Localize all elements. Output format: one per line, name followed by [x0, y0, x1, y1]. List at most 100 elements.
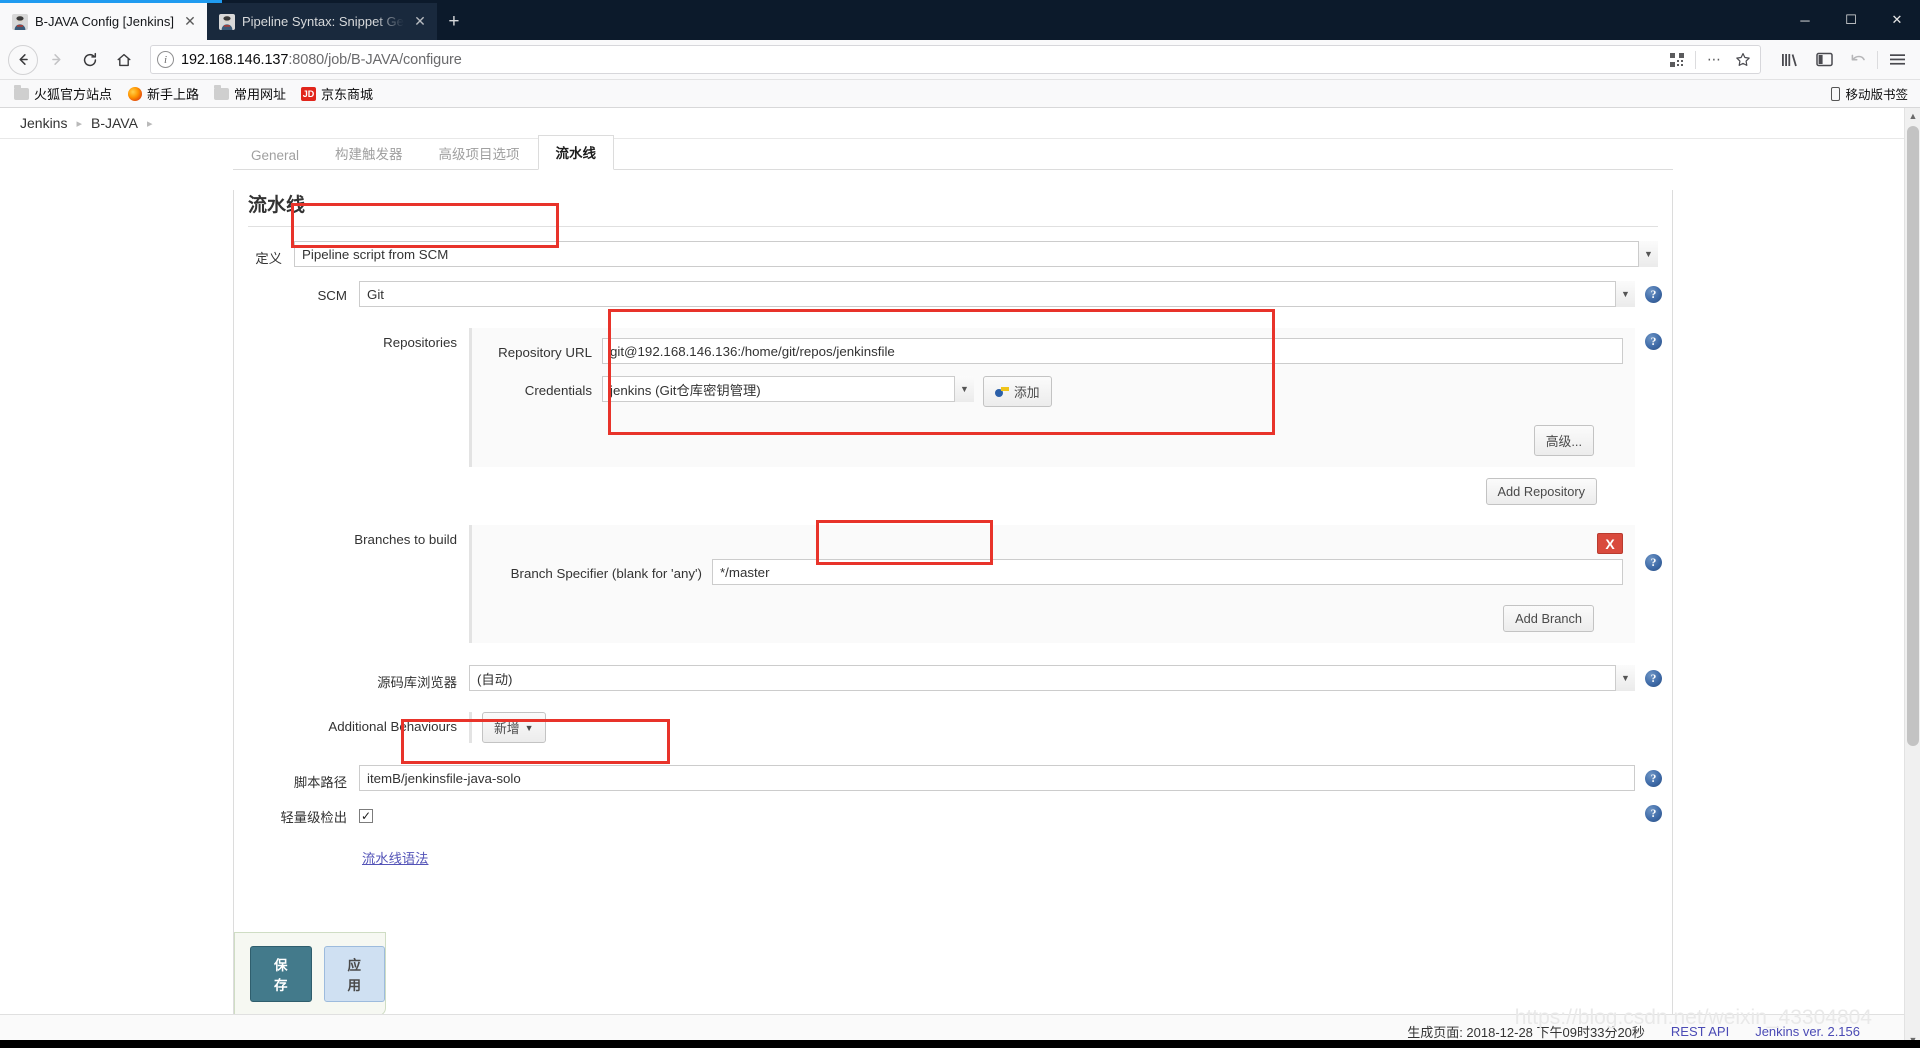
repository-url-input[interactable] [602, 338, 1623, 364]
chevron-down-icon[interactable]: ▼ [1638, 241, 1658, 267]
apply-button[interactable]: 应用 [323, 946, 385, 1002]
tab-advanced-options[interactable]: 高级项目选项 [421, 136, 538, 170]
bookmark-item-1[interactable]: 新手上路 [121, 81, 205, 106]
rest-api-link[interactable]: REST API [1671, 1024, 1729, 1039]
footer-generated: 生成页面: 2018-12-28 下午09时33分20秒 [1407, 1025, 1645, 1040]
page-title: 流水线 [248, 190, 1658, 227]
scm-label: SCM [317, 288, 347, 303]
help-icon[interactable]: ? [1645, 333, 1662, 350]
repo-browser-value: (自动) [469, 665, 1635, 691]
scroll-up-icon[interactable]: ▲ [1905, 108, 1920, 124]
repo-browser-row: 源码库浏览器 (自动) ▼ ? [234, 665, 1672, 691]
repository-advanced-button[interactable]: 高级... [1533, 425, 1594, 456]
chevron-down-icon: ▼ [524, 722, 534, 733]
close-icon[interactable]: ✕ [411, 13, 429, 31]
definition-select[interactable]: Pipeline script from SCM ▼ [294, 241, 1658, 267]
url-text: 192.168.146.137:8080/job/B-JAVA/configur… [181, 52, 1659, 68]
maximize-button[interactable]: ☐ [1828, 0, 1874, 40]
bookmark-label-1: 新手上路 [147, 87, 200, 102]
delete-branch-button[interactable]: X [1597, 533, 1623, 554]
script-path-label: 脚本路径 [293, 775, 347, 790]
breadcrumb-item-jenkins[interactable]: Jenkins [14, 115, 73, 131]
jenkins-version-link[interactable]: Jenkins ver. 2.156 [1755, 1024, 1860, 1039]
reload-icon[interactable] [74, 45, 106, 75]
credentials-label: Credentials [524, 383, 592, 398]
credentials-value: jenkins (Git仓库密钥管理) [602, 376, 974, 402]
additional-behaviours-label: Additional Behaviours [328, 719, 457, 734]
credentials-row: Credentials jenkins (Git仓库密钥管理) ▼ 添加 [484, 376, 1623, 407]
lightweight-checkout-label: 轻量级检出 [280, 810, 347, 825]
sidebar-icon[interactable] [1809, 45, 1839, 75]
help-icon[interactable]: ? [1645, 805, 1662, 822]
minimize-button[interactable]: ─ [1782, 0, 1828, 40]
library-icon[interactable] [1775, 45, 1805, 75]
repo-browser-label: 源码库浏览器 [377, 675, 457, 690]
info-icon[interactable]: i [157, 51, 174, 68]
tab-pipeline[interactable]: 流水线 [537, 135, 615, 170]
repo-browser-select[interactable]: (自动) ▼ [469, 665, 1635, 691]
browser-tab-title-0: B-JAVA Config [Jenkins] [35, 14, 174, 29]
browser-tab-0[interactable]: B-JAVA Config [Jenkins] ✕ [0, 3, 207, 40]
repository-url-row: Repository URL [484, 338, 1623, 364]
bookmark-item-0[interactable]: 火狐官方站点 [8, 81, 118, 106]
bookmarks-bar: 火狐官方站点 新手上路 常用网址 JD 京东商城 移动版书签 [0, 80, 1920, 108]
mobile-bookmarks-item[interactable]: 移动版书签 [1831, 84, 1912, 103]
branches-block: X Branch Specifier (blank for 'any') Add… [469, 525, 1635, 643]
form-actions: 保存 应用 [234, 932, 386, 1016]
bookmark-label-2: 常用网址 [234, 87, 287, 102]
script-path-input[interactable] [359, 765, 1635, 791]
jd-icon: JD [301, 86, 317, 101]
help-icon[interactable]: ? [1645, 286, 1662, 303]
back-button[interactable] [8, 44, 38, 75]
browser-tab-1[interactable]: Pipeline Syntax: Snippet Gen ✕ [206, 3, 437, 40]
definition-label: 定义 [255, 251, 282, 266]
breadcrumb: Jenkins ▸ B-JAVA ▸ [0, 108, 1920, 139]
browser-toolbar-icons [1771, 45, 1912, 75]
close-icon[interactable]: ✕ [181, 13, 199, 31]
bookmark-item-3[interactable]: JD 京东商城 [295, 81, 379, 106]
divider [1877, 50, 1878, 69]
branch-specifier-row: Branch Specifier (blank for 'any') [484, 559, 1623, 585]
chevron-down-icon[interactable]: ▼ [1615, 665, 1635, 691]
help-icon[interactable]: ? [1645, 670, 1662, 687]
home-icon[interactable] [108, 45, 140, 75]
chevron-down-icon[interactable]: ▼ [1615, 281, 1635, 307]
scrollbar-thumb[interactable] [1907, 126, 1919, 746]
additional-behaviours-add-label: 新增 [494, 721, 520, 736]
scm-select[interactable]: Git ▼ [359, 281, 1635, 307]
ellipsis-icon[interactable]: ⋯ [1703, 49, 1725, 71]
undo-icon [1843, 45, 1873, 75]
address-bar[interactable]: i 192.168.146.137:8080/job/B-JAVA/config… [150, 45, 1761, 74]
add-repository-button[interactable]: Add Repository [1485, 478, 1597, 505]
add-branch-button[interactable]: Add Branch [1503, 605, 1594, 632]
page-scrollbar[interactable]: ▲ ▼ [1904, 108, 1920, 1048]
repositories-block: Repository URL Credentials jenkins (Git仓… [469, 328, 1635, 467]
help-icon[interactable]: ? [1645, 554, 1662, 571]
jenkins-icon [218, 13, 235, 30]
additional-behaviours-add-button[interactable]: 新增 ▼ [482, 712, 546, 743]
hamburger-menu-icon[interactable] [1882, 45, 1912, 75]
mobile-bookmarks-label: 移动版书签 [1845, 88, 1908, 102]
folder-icon [14, 84, 29, 101]
browser-nav-bar: i 192.168.146.137:8080/job/B-JAVA/config… [0, 40, 1920, 80]
pipeline-syntax-link[interactable]: 流水线语法 [362, 851, 428, 866]
save-button[interactable]: 保存 [250, 946, 312, 1002]
jenkins-page: Jenkins ▸ B-JAVA ▸ General 构建触发器 高级项目选项 … [0, 108, 1920, 1048]
new-tab-button[interactable]: + [437, 3, 471, 40]
chevron-down-icon[interactable]: ▼ [954, 376, 974, 402]
tab-general[interactable]: General [233, 141, 317, 170]
definition-value: Pipeline script from SCM [294, 241, 1658, 267]
scm-row: SCM Git ▼ ? [234, 281, 1672, 307]
tab-build-triggers[interactable]: 构建触发器 [317, 136, 421, 170]
credentials-select[interactable]: jenkins (Git仓库密钥管理) ▼ [602, 376, 974, 402]
branch-specifier-input[interactable] [712, 559, 1623, 585]
breadcrumb-item-project[interactable]: B-JAVA [85, 115, 144, 131]
star-icon[interactable] [1732, 49, 1754, 71]
add-credentials-button[interactable]: 添加 [983, 376, 1052, 407]
help-icon[interactable]: ? [1645, 770, 1662, 787]
divider [1695, 50, 1696, 69]
bookmark-item-2[interactable]: 常用网址 [208, 81, 292, 106]
qr-code-icon[interactable] [1666, 49, 1688, 71]
lightweight-checkout-checkbox[interactable]: ✓ [359, 809, 373, 823]
window-close-button[interactable]: ✕ [1874, 0, 1920, 40]
